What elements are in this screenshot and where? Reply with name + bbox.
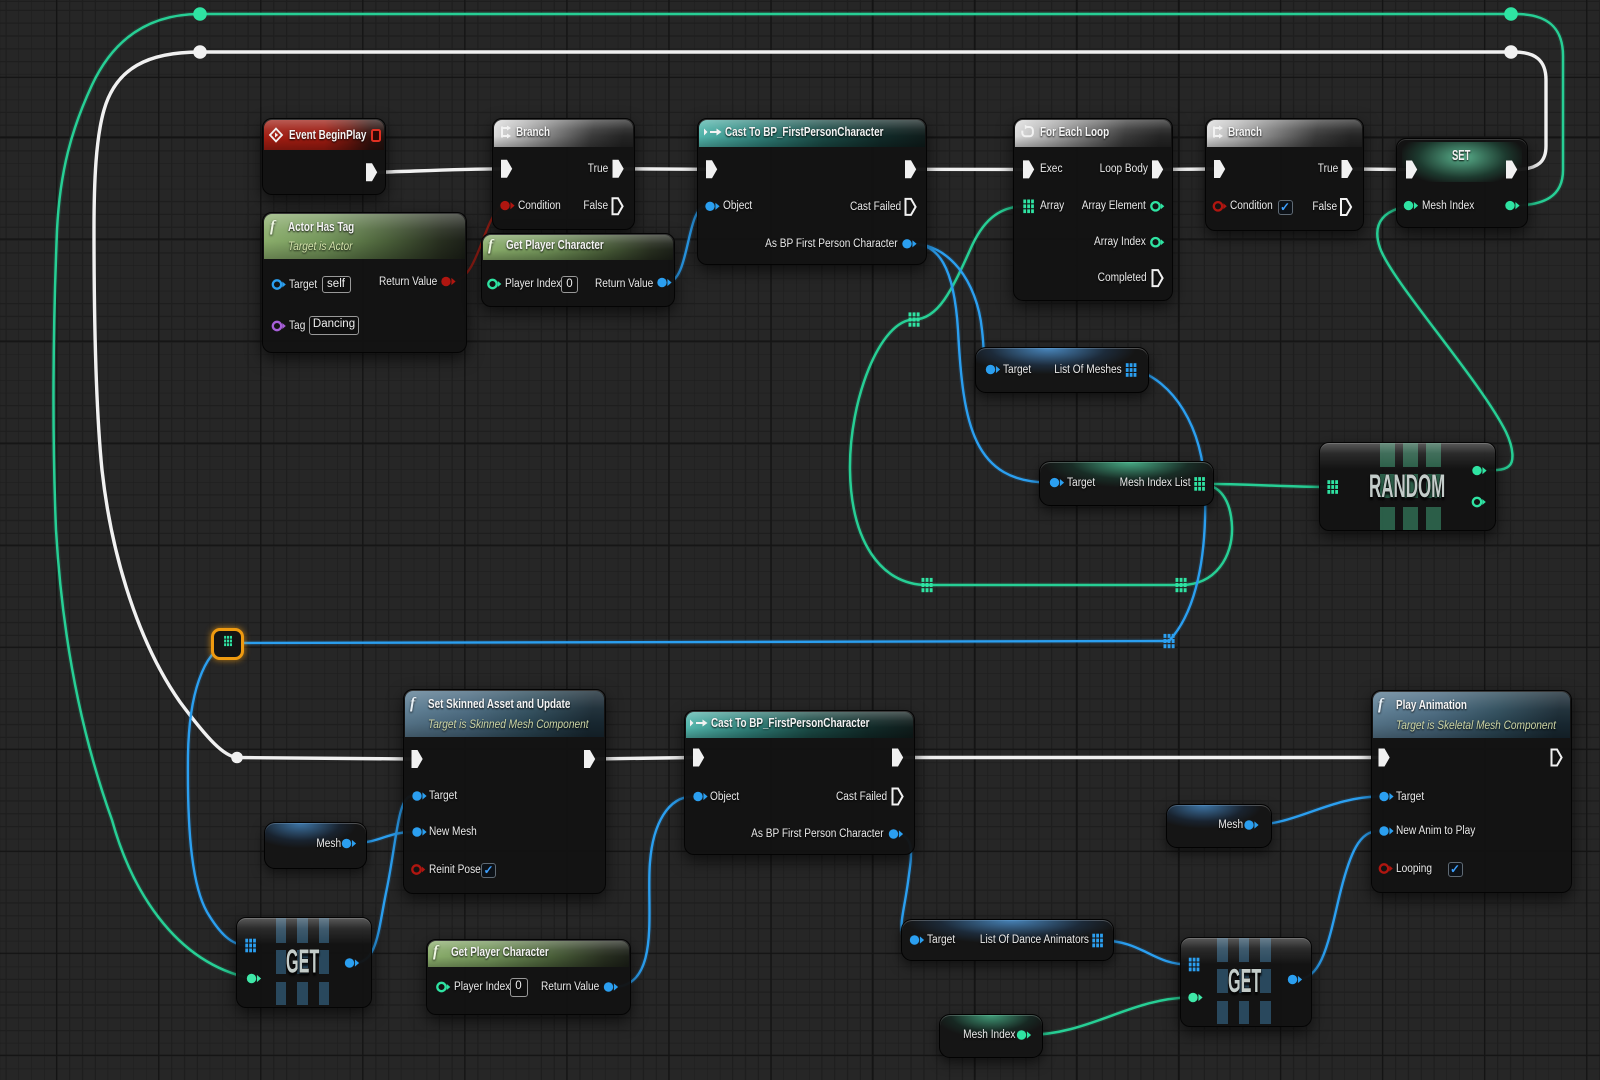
svg-text:RANDOM: RANDOM — [1369, 470, 1445, 505]
svg-text:GET: GET — [286, 942, 319, 980]
svg-text:GET: GET — [1228, 962, 1261, 1000]
